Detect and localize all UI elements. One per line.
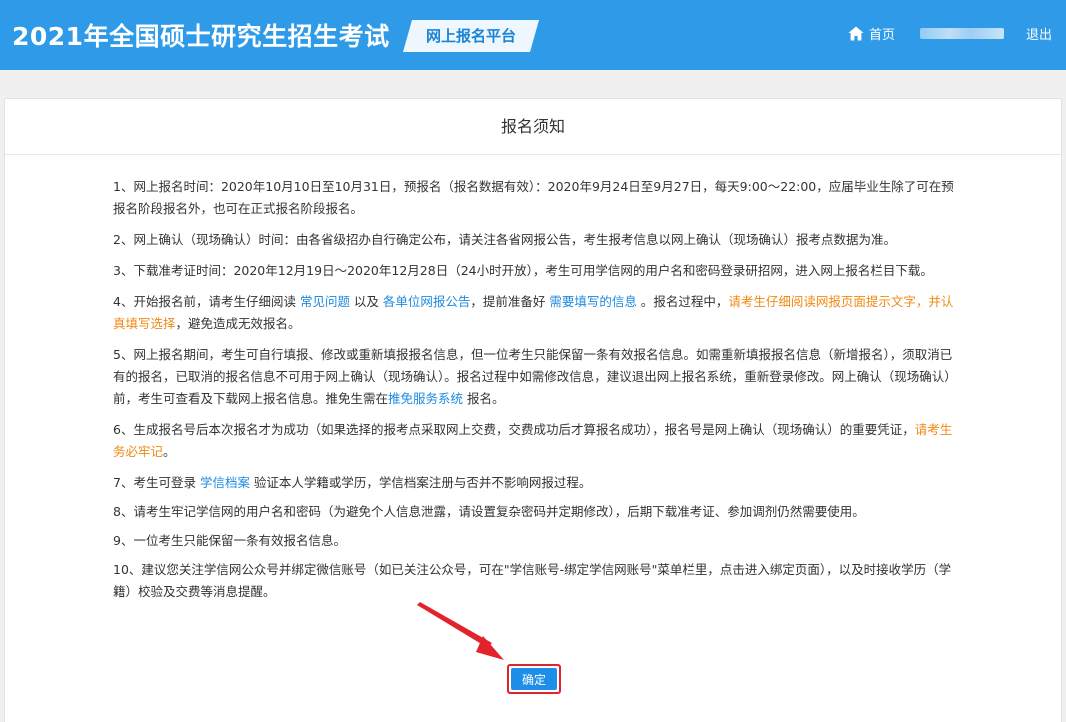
required-info-link[interactable]: 需要填写的信息 [549, 294, 637, 309]
notice-5-text-a: 5、网上报名期间，考生可自行填报、修改或重新填报报名信息，但一位考生只能保留一条… [113, 347, 957, 406]
notice-4-text-d: 。报名过程中， [636, 294, 729, 309]
notice-list: 1、网上报名时间：2020年10月10日至10月31日，预报名（报名数据有效）：… [113, 176, 963, 612]
notice-5-text-b: 报名。 [463, 391, 505, 406]
notice-item-5: 5、网上报名期间，考生可自行填报、修改或重新填报报名信息，但一位考生只能保留一条… [113, 344, 963, 410]
notice-7-text-b: 验证本人学籍或学历，学信档案注册与否并不影响网报过程。 [249, 475, 592, 490]
home-icon [848, 26, 864, 40]
logout-link[interactable]: 退出 [1026, 24, 1052, 43]
confirm-button[interactable]: 确定 [511, 668, 557, 690]
top-header: 2021年全国硕士研究生招生考试 网上报名平台 首页 退出 [0, 0, 1066, 70]
username-redacted [920, 28, 1004, 39]
notice-4-text-b: 以及 [349, 294, 383, 309]
notice-item-2: 2、网上确认（现场确认）时间：由各省级招办自行确定公布，请关注各省网报公告，考生… [113, 232, 896, 247]
platform-badge-label: 网上报名平台 [425, 27, 516, 45]
notice-item-9: 9、一位考生只能保留一条有效报名信息。 [113, 533, 346, 548]
home-link-label: 首页 [869, 27, 896, 43]
notice-6-text-b: 。 [163, 444, 176, 459]
confirm-highlight-box: 确定 [507, 664, 561, 694]
notice-item-3: 3、下载准考证时间：2020年12月19日～2020年12月28日（24小时开放… [113, 263, 933, 278]
notice-item-7: 7、考生可登录 学信档案 验证本人学籍或学历，学信档案注册与否并不影响网报过程。 [113, 472, 963, 494]
notice-4-text-e: ，避免造成无效报名。 [175, 316, 301, 331]
home-link[interactable]: 首页 [848, 24, 896, 43]
notice-item-10: 10、建议您关注学信网公众号并绑定微信账号（如已关注公众号，可在"学信账号-绑定… [113, 562, 952, 599]
platform-badge: 网上报名平台 [403, 20, 539, 52]
panel-title: 报名须知 [5, 99, 1061, 155]
notice-6-text-a: 6、生成报名号后本次报名才为成功（如果选择的报考点采取网上交费，交费成功后才算报… [113, 422, 915, 437]
site-title: 2021年全国硕士研究生招生考试 [12, 22, 390, 51]
notice-7-text-a: 7、考生可登录 [113, 475, 200, 490]
notice-4-text-a: 4、开始报名前，请考生仔细阅读 [113, 294, 300, 309]
xuexin-archive-link[interactable]: 学信档案 [200, 475, 250, 490]
notice-item-4: 4、开始报名前，请考生仔细阅读 常见问题 以及 各单位网报公告，提前准备好 需要… [113, 291, 963, 335]
recommendation-service-link[interactable]: 推免服务系统 [388, 391, 463, 406]
notice-item-8: 8、请考生牢记学信网的用户名和密码（为避免个人信息泄露，请设置复杂密码并定期修改… [113, 504, 865, 519]
notice-4-text-c: ，提前准备好 [470, 294, 550, 309]
notice-panel: 报名须知 1、网上报名时间：2020年10月10日至10月31日，预报名（报名数… [4, 98, 1062, 722]
notice-item-6: 6、生成报名号后本次报名才为成功（如果选择的报考点采取网上交费，交费成功后才算报… [113, 419, 963, 463]
notice-item-1: 1、网上报名时间：2020年10月10日至10月31日，预报名（报名数据有效）：… [113, 179, 954, 216]
unit-announcements-link[interactable]: 各单位网报公告 [383, 294, 471, 309]
faq-link[interactable]: 常见问题 [300, 294, 350, 309]
